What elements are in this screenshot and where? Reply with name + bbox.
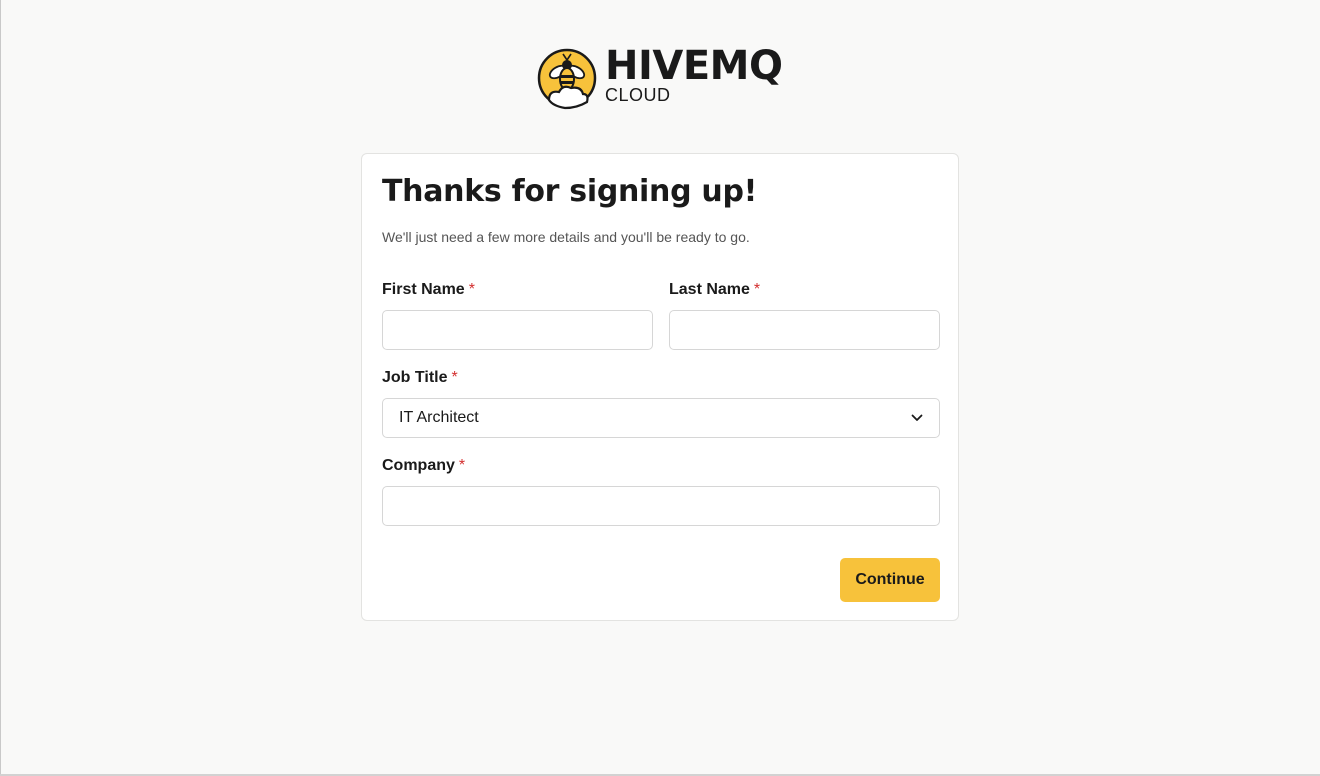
job-title-select[interactable]: IT Architect	[382, 398, 940, 438]
last-name-label: Last Name *	[669, 280, 760, 300]
company-label: Company *	[382, 456, 465, 476]
chevron-down-icon	[911, 414, 923, 421]
company-input[interactable]	[382, 486, 940, 526]
last-name-input[interactable]	[669, 310, 940, 350]
page-subtitle: We'll just need a few more details and y…	[382, 229, 750, 245]
job-title-label: Job Title *	[382, 368, 458, 388]
company-label-text: Company	[382, 457, 455, 474]
hivemq-cloud-logo: HIVEMQ CLOUD	[537, 43, 787, 112]
required-marker: *	[458, 457, 466, 474]
page-title: Thanks for signing up!	[382, 174, 758, 209]
first-name-input[interactable]	[382, 310, 653, 350]
last-name-label-text: Last Name	[669, 281, 750, 298]
job-title-selected-value: IT Architect	[399, 409, 479, 426]
brand-name: HIVEMQ	[605, 43, 783, 89]
required-marker: *	[451, 369, 458, 386]
bee-logo-icon	[537, 48, 597, 110]
window-edge	[0, 0, 1, 776]
first-name-label-text: First Name	[382, 281, 465, 298]
brand-subtitle: CLOUD	[605, 85, 671, 105]
required-marker: *	[753, 281, 761, 298]
first-name-label: First Name *	[382, 280, 475, 300]
required-marker: *	[468, 281, 475, 298]
signup-details-card: Thanks for signing up! We'll just need a…	[361, 153, 959, 621]
continue-button[interactable]: Continue	[840, 558, 940, 602]
job-title-label-text: Job Title	[382, 369, 448, 386]
